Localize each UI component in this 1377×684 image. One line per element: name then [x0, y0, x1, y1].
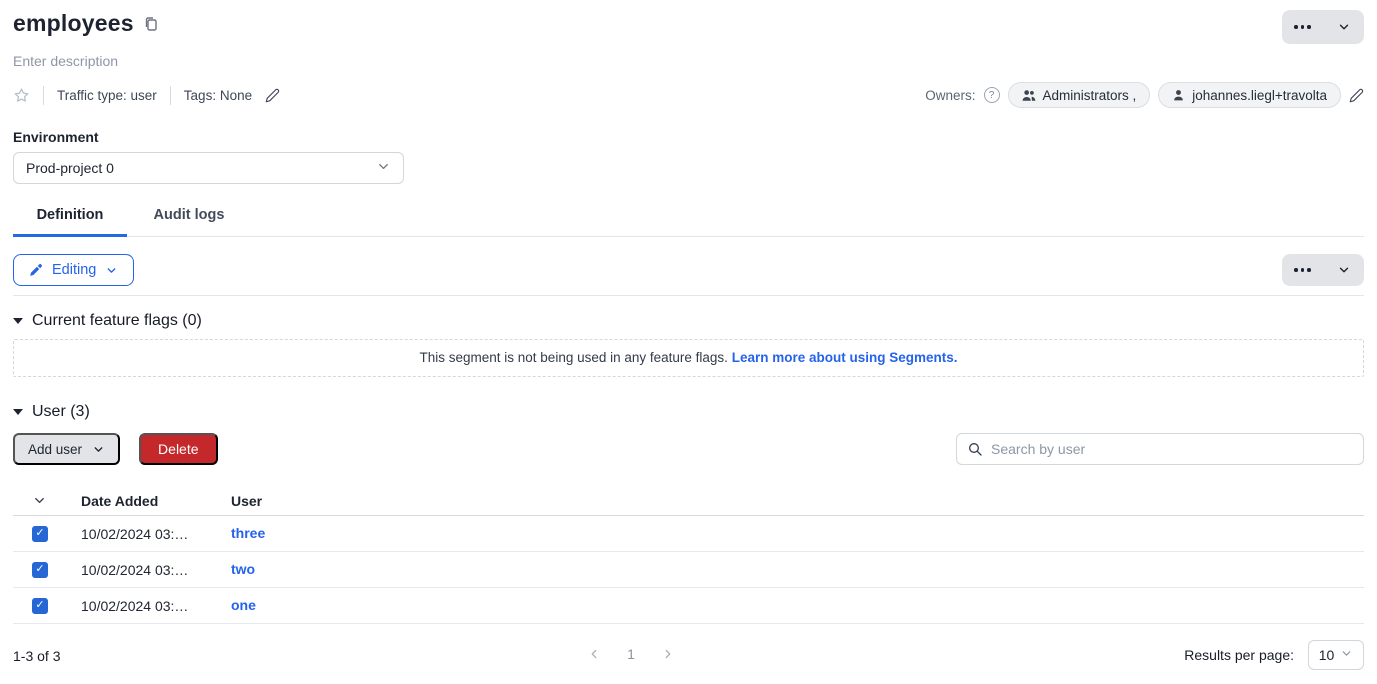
pagination: 1 — [583, 645, 679, 663]
editing-label: Editing — [52, 262, 96, 278]
user-link[interactable]: two — [231, 561, 255, 577]
add-user-label: Add user — [28, 442, 82, 457]
traffic-type-label: Traffic type: user — [57, 88, 157, 103]
divider — [13, 295, 1364, 296]
chevron-down-icon — [92, 443, 105, 456]
results-per-page: Results per page: 10 — [1184, 640, 1364, 670]
chevron-down-icon — [1340, 647, 1353, 663]
results-range-label: 1-3 of 3 — [13, 648, 60, 664]
editing-button[interactable]: Editing — [13, 254, 134, 286]
owner-pill-user[interactable]: johannes.liegl+travolta — [1158, 82, 1341, 108]
divider — [43, 86, 44, 105]
owners-group: Owners: ? Administrators , johannes.lieg… — [925, 82, 1364, 108]
row-checkbox[interactable] — [32, 598, 48, 614]
header: employees — [13, 10, 1364, 44]
table-row: 10/02/2024 03:… one — [13, 588, 1364, 624]
date-added-cell: 10/02/2024 03:… — [81, 598, 231, 614]
chevron-down-icon[interactable] — [1323, 10, 1364, 44]
environment-selected-value: Prod-project 0 — [26, 160, 114, 176]
add-user-button[interactable]: Add user — [13, 433, 120, 465]
meta-row: Traffic type: user Tags: None Owners: ? … — [13, 82, 1364, 108]
chevron-down-icon — [105, 264, 118, 277]
owners-label: Owners: — [925, 88, 975, 103]
person-icon — [1172, 89, 1185, 102]
segment-page: employees Enter description — [0, 0, 1377, 684]
column-header-user: User — [231, 493, 1364, 509]
star-icon[interactable] — [13, 87, 30, 104]
search-icon — [967, 441, 983, 457]
tab-definition[interactable]: Definition — [13, 201, 127, 237]
select-all-chevron-icon[interactable] — [32, 493, 47, 508]
feature-flags-empty-state: This segment is not being used in any fe… — [13, 339, 1364, 377]
delete-button[interactable]: Delete — [139, 433, 217, 465]
table-row: 10/02/2024 03:… three — [13, 516, 1364, 552]
next-page-icon[interactable] — [657, 645, 679, 663]
environment-select[interactable]: Prod-project 0 — [13, 152, 404, 184]
edit-owners-pencil-icon[interactable] — [1349, 88, 1364, 103]
group-icon — [1022, 89, 1036, 102]
collapse-triangle-icon — [13, 409, 23, 415]
table-header-row: Date Added User — [13, 486, 1364, 516]
feature-flags-title: Current feature flags (0) — [32, 312, 202, 330]
table-footer: 1-3 of 3 1 Results per page: 10 — [13, 624, 1364, 684]
description-placeholder[interactable]: Enter description — [13, 53, 1364, 69]
overflow-menu-icon[interactable] — [1282, 254, 1323, 286]
user-table: Date Added User 10/02/2024 03:… three 10… — [13, 486, 1364, 624]
previous-page-icon[interactable] — [583, 645, 605, 663]
pencil-icon — [29, 263, 43, 277]
results-per-page-label: Results per page: — [1184, 647, 1294, 663]
chevron-down-icon[interactable] — [1323, 254, 1364, 286]
help-icon[interactable]: ? — [984, 87, 1000, 103]
collapse-triangle-icon — [13, 318, 23, 324]
environment-label: Environment — [13, 129, 1364, 145]
user-section-header[interactable]: User (3) — [13, 403, 1364, 421]
edit-tags-pencil-icon[interactable] — [265, 88, 280, 103]
user-search — [956, 433, 1364, 465]
date-added-cell: 10/02/2024 03:… — [81, 526, 231, 542]
feature-flags-section-header[interactable]: Current feature flags (0) — [13, 312, 1364, 330]
chevron-down-icon — [376, 159, 391, 177]
environment-block: Environment Prod-project 0 — [13, 129, 1364, 184]
tab-audit-logs[interactable]: Audit logs — [132, 201, 246, 237]
table-row: 10/02/2024 03:… two — [13, 552, 1364, 588]
header-actions — [1282, 10, 1364, 44]
page-title: employees — [13, 10, 134, 37]
divider — [170, 86, 171, 105]
results-per-page-select[interactable]: 10 — [1308, 640, 1364, 670]
search-input[interactable] — [991, 441, 1353, 457]
overflow-menu-icon[interactable] — [1282, 10, 1323, 44]
owner-name: Administrators , — [1043, 88, 1137, 103]
results-per-page-value: 10 — [1319, 647, 1335, 663]
user-link[interactable]: one — [231, 597, 256, 613]
row-checkbox[interactable] — [32, 526, 48, 542]
definition-toolbar: Editing — [13, 254, 1364, 286]
user-section-title: User (3) — [32, 403, 90, 421]
user-link[interactable]: three — [231, 525, 265, 541]
empty-message: This segment is not being used in any fe… — [420, 350, 728, 365]
owner-name: johannes.liegl+travolta — [1192, 88, 1327, 103]
current-page-number[interactable]: 1 — [622, 646, 640, 662]
tab-bar: Definition Audit logs — [13, 201, 1364, 237]
learn-more-link[interactable]: Learn more about using Segments. — [732, 350, 958, 365]
row-checkbox[interactable] — [32, 562, 48, 578]
owner-pill-administrators[interactable]: Administrators , — [1008, 82, 1151, 108]
tags-label: Tags: None — [184, 88, 252, 103]
date-added-cell: 10/02/2024 03:… — [81, 562, 231, 578]
definition-actions — [1282, 254, 1364, 286]
user-toolbar: Add user Delete — [13, 433, 1364, 465]
copy-icon[interactable] — [143, 16, 159, 32]
column-header-date-added: Date Added — [81, 493, 231, 509]
